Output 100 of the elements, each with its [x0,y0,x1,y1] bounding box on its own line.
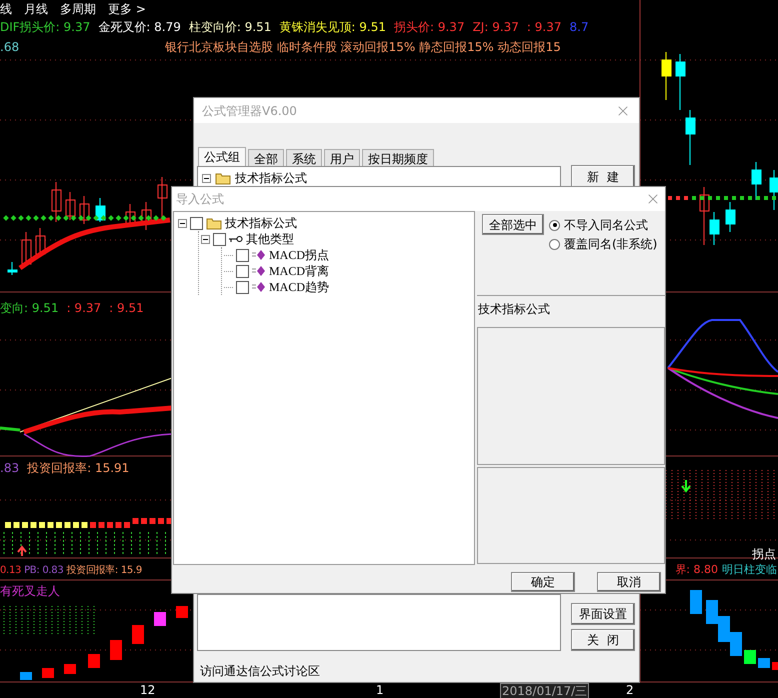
indicator-bar [116,522,122,528]
candlestick [20,672,32,680]
candlestick [80,196,90,224]
window-title: 公式管理器V6.00 [202,102,297,120]
indicator-line [0,426,20,432]
candlestick [726,202,736,232]
collapse-icon[interactable] [201,234,210,244]
select-all-button[interactable]: 全部选中 [482,214,544,235]
description-text: 技术指标公式 [477,302,550,316]
tab[interactable]: 全部 [248,149,284,166]
tree-item-label[interactable]: 技术指标公式 [225,214,297,232]
indicator-bar [132,518,138,524]
candlestick [8,262,18,276]
checkbox[interactable] [190,216,203,230]
indicator-bar [107,522,113,528]
indicator-label: 柱变向价: 9.51 [188,19,272,36]
indicator-bar [150,518,156,524]
candlestick [718,616,730,642]
indicator-bar [30,522,36,528]
candlestick [662,52,672,100]
indicator-bar [158,518,164,524]
indicator-bar [64,522,70,528]
indicator-label: : 9.37 [66,300,102,317]
candlestick [770,170,778,210]
indicator-bar [22,522,28,528]
indicator-bar [56,522,62,528]
candlestick [110,640,122,660]
candlestick [88,654,100,668]
candlestick [132,625,144,644]
candlestick [36,228,46,254]
indicator-bar [5,522,11,528]
indicator-label: : 9.37 [526,19,562,36]
indicator-label: .83 [0,460,20,477]
candlestick [64,664,76,674]
formula-icon [252,250,266,260]
indicator-value: .68 [0,39,20,56]
indicator-label: : 9.51 [109,300,144,317]
indicator-label: 明日柱变临 [722,562,777,578]
period-tab[interactable]: 线 [0,0,12,18]
radio-button[interactable] [549,238,560,250]
window-title: 导入公式 [176,191,224,208]
folder-icon [206,216,222,230]
up-arrow-icon [17,545,27,557]
checkbox[interactable] [236,264,249,278]
indicator-bar [48,522,54,528]
time-axis-label: 1 [376,683,384,697]
radio-label[interactable]: 不导入同名公式 [564,216,648,234]
indicator-label: 金死叉价: 8.79 [98,19,181,36]
settings-button[interactable]: 界面设置 [571,603,635,625]
indicator-label: 变向: 9.51 [0,300,59,317]
indicator-bar [14,522,20,528]
candlestick [676,54,686,110]
period-tab[interactable]: 更多 > [108,0,146,18]
candlestick [690,590,702,614]
tree-item-label[interactable]: 其他类型 [246,230,294,248]
indicator-label: 界: 8.80 [675,562,718,578]
tree-item-label[interactable]: MACD背离 [269,262,330,280]
candlestick [154,612,166,626]
candlestick [176,606,188,618]
checkbox[interactable] [236,280,249,294]
collapse-icon[interactable] [202,174,211,182]
candlestick [772,662,778,670]
indicator-label: 黄铢消失见顶: 9.51 [279,19,386,36]
indicator-label: 0.13 [0,564,22,578]
tree-item-label[interactable]: MACD趋势 [269,278,330,296]
formula-icon [252,266,266,276]
indicator-label: 投资回报率: 15.9 [66,564,142,578]
tree-item-label[interactable]: MACD拐点 [269,246,330,264]
indicator-label: DIF拐头价: 9.37 [0,19,90,36]
checkbox[interactable] [213,232,226,246]
radio-label[interactable]: 覆盖同名(非系统) [564,235,658,253]
radio-button[interactable] [549,220,560,230]
ok-button[interactable]: 确定 [511,572,575,592]
indicator-label: PB: 0.83 [24,564,64,578]
collapse-icon[interactable] [178,218,187,228]
indicator-bar [73,522,79,528]
candlestick [52,182,62,222]
indicator-label: 投资回报率: 15.91 [27,460,130,477]
period-tab[interactable]: 多周期 [60,0,96,18]
key-icon [229,235,243,243]
indicator-bar [98,522,104,528]
indicator-label: 拐头价: 9.37 [394,19,465,36]
indicator-bar [82,522,88,528]
period-tab[interactable]: 月线 [24,0,48,18]
indicator-label: ZJ: 9.37 [472,19,519,36]
forum-link[interactable]: 访问通达信公式讨论区 [200,662,320,680]
tab[interactable]: 系统 [286,149,322,166]
cancel-button[interactable]: 取消 [597,572,661,592]
time-axis-label: 2018/01/17/三 [500,683,590,698]
checkbox[interactable] [236,248,249,262]
tree-item-label[interactable]: 技术指标公式 [235,169,307,187]
tab[interactable]: 用户 [324,149,360,166]
tab[interactable]: 公式组 [198,147,246,166]
new-button[interactable]: 新 建 [571,165,635,188]
tab[interactable]: 按日期频度 [362,149,434,166]
candlestick [706,600,718,624]
indicator-bar [124,522,130,528]
down-arrow-icon [681,479,691,493]
candlestick [686,110,696,166]
close-button[interactable]: 关 闭 [571,629,635,651]
